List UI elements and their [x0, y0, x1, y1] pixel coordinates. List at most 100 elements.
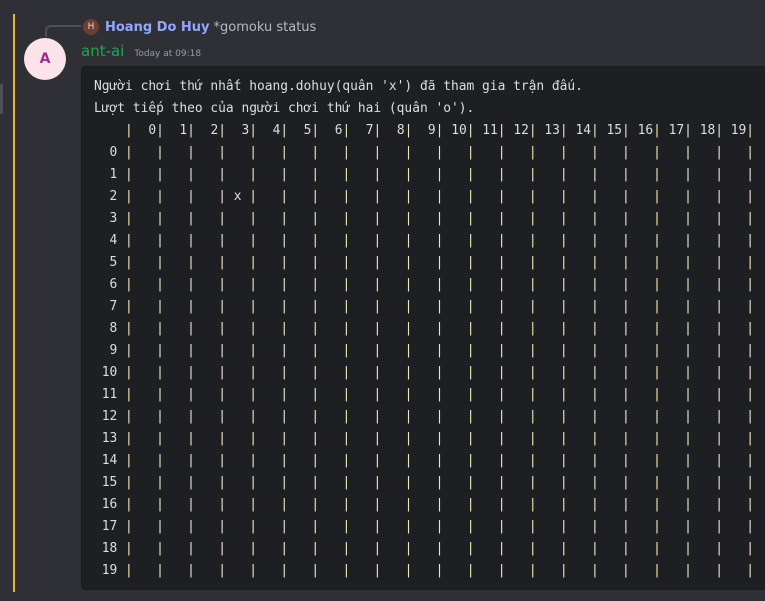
board-cell — [630, 299, 653, 314]
board-pipe: | — [466, 453, 475, 468]
board-cell — [164, 409, 187, 424]
board-cell — [443, 145, 466, 160]
board-cell — [195, 475, 218, 490]
board-pipe: | — [280, 431, 289, 446]
board-cell — [723, 453, 746, 468]
board-pipe: | — [280, 189, 289, 204]
board-pipe: | — [559, 211, 568, 226]
board-cell — [226, 519, 249, 534]
board-pipe: | — [187, 167, 195, 182]
board-pipe: | — [590, 277, 599, 292]
reply-text[interactable]: *gomoku status — [214, 20, 317, 35]
board-cell — [506, 211, 529, 226]
board-pipe: | — [156, 409, 164, 424]
board-cell — [661, 453, 684, 468]
board-pipe: | — [218, 189, 226, 204]
avatar[interactable]: A — [24, 38, 66, 80]
board-pipe: | — [125, 541, 133, 556]
board-cell — [506, 343, 529, 358]
board-cell — [630, 189, 653, 204]
board-pipe: | — [528, 189, 537, 204]
reply-avatar[interactable]: H — [83, 19, 99, 35]
column-label: 6 — [319, 123, 343, 138]
board-pipe: | — [466, 145, 475, 160]
board-pipe: | — [280, 497, 289, 512]
board-cell — [412, 475, 435, 490]
board-cell — [723, 497, 746, 512]
board-pipe: | — [280, 475, 289, 490]
board-cell — [288, 519, 311, 534]
board-cell — [319, 475, 342, 490]
board-cell — [350, 563, 373, 578]
board-pipe: | — [156, 233, 164, 248]
board-piece: x — [226, 189, 250, 204]
board-cell — [692, 167, 715, 182]
board-pipe: | — [125, 189, 133, 204]
board-pipe: | — [156, 497, 164, 512]
reply-reference[interactable]: H Hoang Do Huy *gomoku status — [83, 18, 316, 36]
reply-author[interactable]: Hoang Do Huy — [105, 20, 210, 35]
board-cell — [133, 211, 156, 226]
board-cell — [537, 189, 560, 204]
board-corner — [94, 123, 125, 138]
board-cell — [568, 519, 591, 534]
board-pipe: | — [156, 431, 164, 446]
board-cell — [164, 453, 187, 468]
board-cell — [195, 321, 218, 336]
board-cell — [412, 409, 435, 424]
row-label: 17 — [94, 519, 126, 534]
board-pipe: | — [466, 563, 475, 578]
message-author[interactable]: ant-ai — [81, 42, 124, 60]
board-cell — [692, 475, 715, 490]
board-cell — [599, 365, 622, 380]
board-pipe: | — [653, 475, 661, 490]
board-pipe: | — [528, 453, 537, 468]
board-pipe: | — [559, 497, 568, 512]
board-pipe: | — [187, 321, 195, 336]
board-pipe: | — [653, 277, 661, 292]
board-pipe: | — [715, 299, 723, 314]
board-pipe: | — [249, 453, 258, 468]
board-cell — [381, 453, 404, 468]
board-pipe: | — [684, 409, 692, 424]
board-cell — [381, 255, 404, 270]
board-pipe: | — [466, 123, 475, 138]
board-cell — [661, 145, 684, 160]
board-cell — [506, 453, 529, 468]
board-cell — [443, 321, 466, 336]
board-pipe: | — [187, 519, 195, 534]
board-pipe: | — [715, 475, 723, 490]
board-cell — [133, 497, 156, 512]
board-pipe: | — [746, 167, 755, 182]
board-cell — [506, 189, 529, 204]
board-pipe: | — [497, 299, 506, 314]
board-pipe: | — [280, 387, 289, 402]
message-timestamp[interactable]: Today at 09:18 — [134, 49, 201, 59]
board-cell — [319, 541, 342, 556]
board-pipe: | — [187, 277, 195, 292]
board-cell — [412, 343, 435, 358]
board-cell — [195, 563, 218, 578]
board-pipe: | — [249, 343, 258, 358]
board-cell — [164, 145, 187, 160]
board-cell — [630, 563, 653, 578]
board-pipe: | — [466, 409, 475, 424]
board-pipe: | — [156, 453, 164, 468]
board-cell — [164, 431, 187, 446]
board-cell — [661, 519, 684, 534]
board-pipe: | — [653, 497, 661, 512]
board-cell — [661, 299, 684, 314]
board-cell — [319, 211, 342, 226]
row-label: 14 — [94, 453, 126, 468]
board-cell — [350, 299, 373, 314]
board-cell — [381, 365, 404, 380]
board-cell — [506, 233, 529, 248]
board-cell — [412, 167, 435, 182]
board-pipe: | — [280, 453, 289, 468]
board-cell — [537, 409, 560, 424]
board-cell — [723, 541, 746, 556]
board-cell — [226, 387, 249, 402]
board-cell — [506, 167, 529, 182]
board-cell — [506, 321, 529, 336]
board-cell — [723, 475, 746, 490]
